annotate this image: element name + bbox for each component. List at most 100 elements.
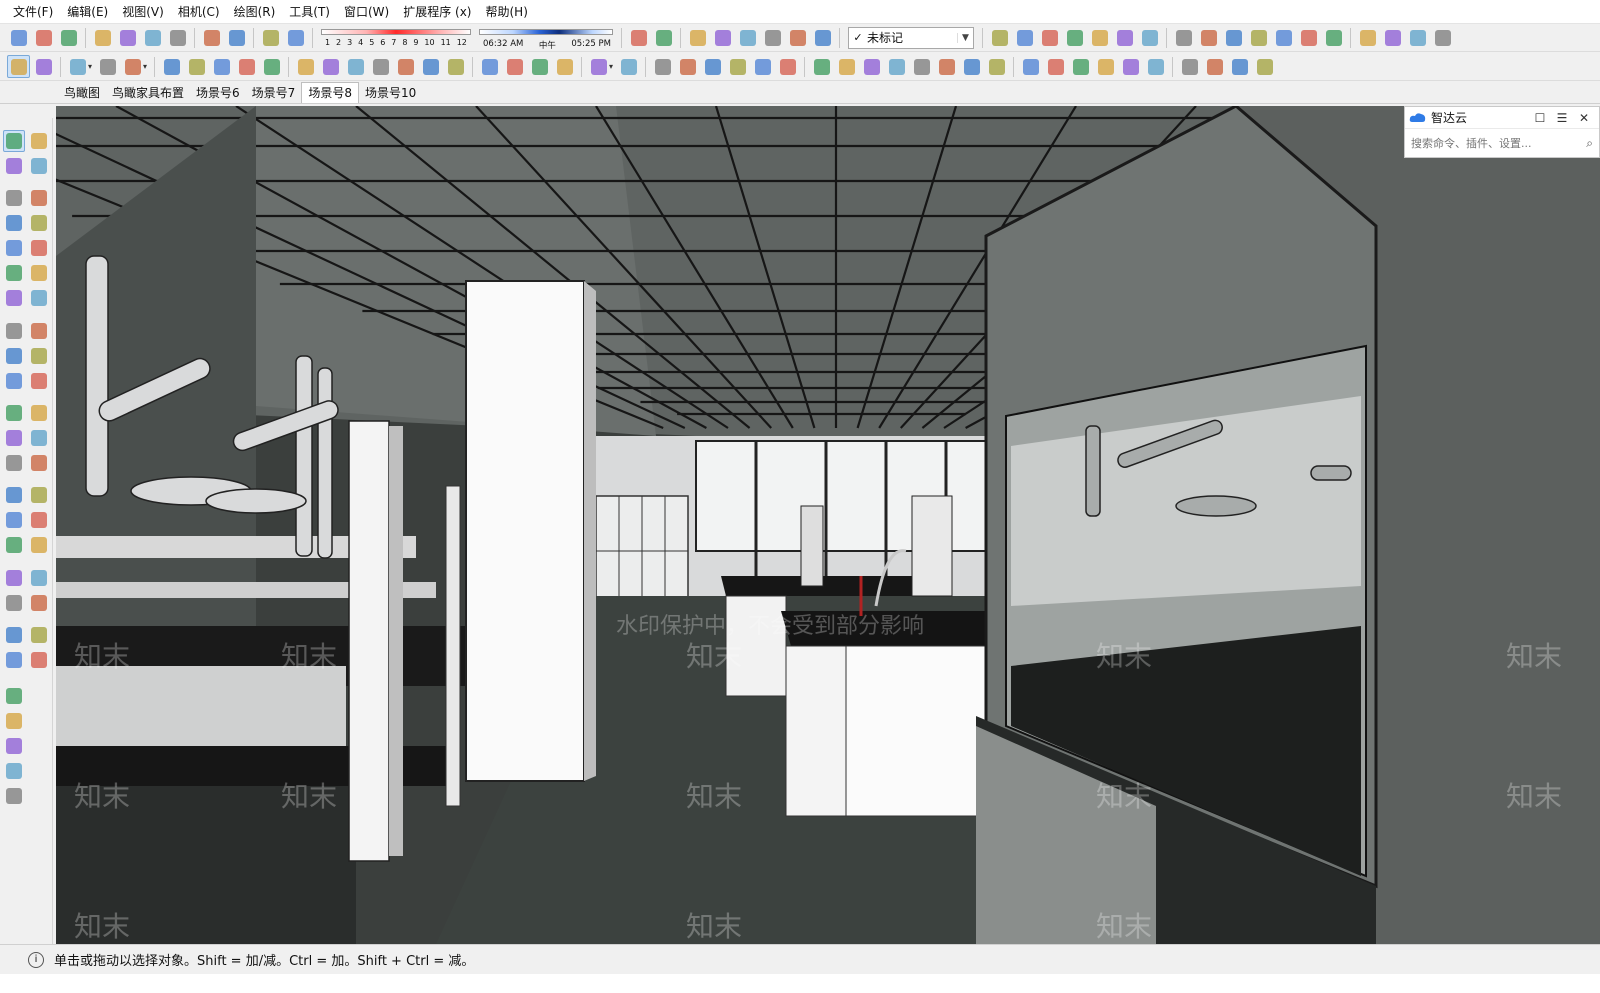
render-button[interactable]: [1044, 55, 1067, 78]
iso-view-button[interactable]: [1013, 26, 1036, 49]
monochrome-button[interactable]: [1297, 26, 1320, 49]
previous-view-tool-button[interactable]: [28, 534, 50, 556]
solid-tools-button[interactable]: [617, 55, 640, 78]
open-file-button[interactable]: [32, 26, 55, 49]
component-button[interactable]: [736, 26, 759, 49]
rectangle-tool-button[interactable]: [3, 212, 25, 234]
chevron-down-icon[interactable]: ▾: [143, 62, 147, 71]
sandbox-button[interactable]: [478, 55, 501, 78]
info-icon[interactable]: i: [28, 951, 44, 968]
paste-button[interactable]: [141, 26, 164, 49]
zoom-extents-button[interactable]: [444, 55, 467, 78]
shadow-settings-button[interactable]: [652, 26, 675, 49]
pan-button[interactable]: [394, 55, 417, 78]
3dtext-tool-button[interactable]: [28, 452, 50, 474]
menu-extensions[interactable]: 扩展程序 (x): [396, 0, 478, 24]
section-display-button[interactable]: [1431, 26, 1454, 49]
menu-draw[interactable]: 绘图(R): [227, 0, 283, 24]
circle-button[interactable]: [121, 55, 144, 78]
union-button[interactable]: [701, 55, 724, 78]
tape-tool-button[interactable]: [3, 402, 25, 424]
arc-tool-button[interactable]: [3, 262, 25, 284]
maximize-icon[interactable]: ☐: [1529, 111, 1551, 125]
menu-icon[interactable]: ☰: [1551, 111, 1573, 125]
section-fill-button[interactable]: [1406, 26, 1429, 49]
rotated-rect-tool-button[interactable]: [28, 212, 50, 234]
lookaround-tool-button[interactable]: [28, 567, 50, 589]
panel-search-input[interactable]: [1411, 136, 1587, 150]
walk-tool-button[interactable]: [3, 592, 25, 614]
zoom-window-tool-button[interactable]: [28, 509, 50, 531]
top-view-button[interactable]: [1038, 26, 1061, 49]
xray-button[interactable]: [1172, 26, 1195, 49]
render-button[interactable]: [1019, 55, 1042, 78]
axes-tool-button[interactable]: [3, 452, 25, 474]
move-button[interactable]: [210, 55, 233, 78]
component-tool-button[interactable]: [28, 130, 50, 152]
back-view-button[interactable]: [1113, 26, 1136, 49]
eraser-tool-button[interactable]: [28, 155, 50, 177]
solid-tool-button[interactable]: [3, 710, 25, 732]
freehand-tool-button[interactable]: [28, 187, 50, 209]
scale-button[interactable]: [260, 55, 283, 78]
section-button[interactable]: [1356, 26, 1379, 49]
chevron-down-icon[interactable]: ▾: [609, 62, 613, 71]
sandbox-button[interactable]: [503, 55, 526, 78]
paint-tool-button[interactable]: [3, 155, 25, 177]
save-button[interactable]: [57, 26, 80, 49]
render-button[interactable]: [1144, 55, 1167, 78]
lamp-button[interactable]: [860, 55, 883, 78]
window-button[interactable]: [1178, 55, 1201, 78]
text-tool-button[interactable]: [28, 427, 50, 449]
arc3-tool-button[interactable]: [3, 287, 25, 309]
line-tool-button[interactable]: [3, 187, 25, 209]
position-camera-tool-button[interactable]: [3, 567, 25, 589]
rotate-tool-button[interactable]: [3, 345, 25, 367]
eraser-tool-button[interactable]: [627, 26, 650, 49]
tag-dropdown[interactable]: ✓ 未标记 ▼: [848, 26, 974, 49]
spotlight-button[interactable]: [910, 55, 933, 78]
sun-button[interactable]: [935, 55, 958, 78]
menu-file[interactable]: 文件(F): [6, 0, 60, 24]
shadow-month-slider[interactable]: 1 2 3 4 5 6 7 8 9 10 11 12: [321, 26, 471, 50]
tape-button[interactable]: [294, 55, 317, 78]
protractor-tool-button[interactable]: [3, 427, 25, 449]
solid-tool-button[interactable]: [3, 760, 25, 782]
render-button[interactable]: [1094, 55, 1117, 78]
rotate-button[interactable]: [235, 55, 258, 78]
scene-tab[interactable]: 鸟瞰图: [58, 83, 106, 103]
warehouse-button[interactable]: [810, 55, 833, 78]
outer-shell-button[interactable]: [651, 55, 674, 78]
dome-button[interactable]: [960, 55, 983, 78]
trim-button[interactable]: [751, 55, 774, 78]
front-view-button[interactable]: [1063, 26, 1086, 49]
zoom-button[interactable]: [419, 55, 442, 78]
style-button[interactable]: [1322, 26, 1345, 49]
window-button[interactable]: [1203, 55, 1226, 78]
scene-tab[interactable]: 鸟瞰家具布置: [106, 83, 190, 103]
model-viewport[interactable]: 知末 知末 知末 知末 知末 知末 知末 知末 知末 知末 知末 知末 知末 水…: [56, 106, 1600, 944]
section-cut-button[interactable]: [1381, 26, 1404, 49]
shaded-button[interactable]: [1247, 26, 1270, 49]
select-button[interactable]: [7, 55, 30, 78]
cut-button[interactable]: [91, 26, 114, 49]
arc2-tool-button[interactable]: [28, 287, 50, 309]
textured-button[interactable]: [1272, 26, 1295, 49]
undo-button[interactable]: [200, 26, 223, 49]
tag-button[interactable]: [988, 26, 1011, 49]
scene-tab[interactable]: 场景号6: [190, 83, 246, 103]
section-tool-button[interactable]: [3, 685, 25, 707]
sandbox-button[interactable]: [553, 55, 576, 78]
followme-tool-button[interactable]: [28, 345, 50, 367]
move-tool-button[interactable]: [3, 320, 25, 342]
dimension-tool-button[interactable]: [28, 402, 50, 424]
search-icon[interactable]: ⌕: [1586, 136, 1593, 151]
wireframe-button[interactable]: [1197, 26, 1220, 49]
new-file-button[interactable]: [7, 26, 30, 49]
circle-tool-button[interactable]: [3, 237, 25, 259]
shadow-time-slider[interactable]: 06:32 AM 中午 05:25 PM: [479, 26, 613, 51]
select-tool-button[interactable]: [3, 130, 25, 152]
model-info-button[interactable]: [284, 26, 307, 49]
scale-tool-button[interactable]: [3, 370, 25, 392]
polygon-tool-button[interactable]: [28, 237, 50, 259]
